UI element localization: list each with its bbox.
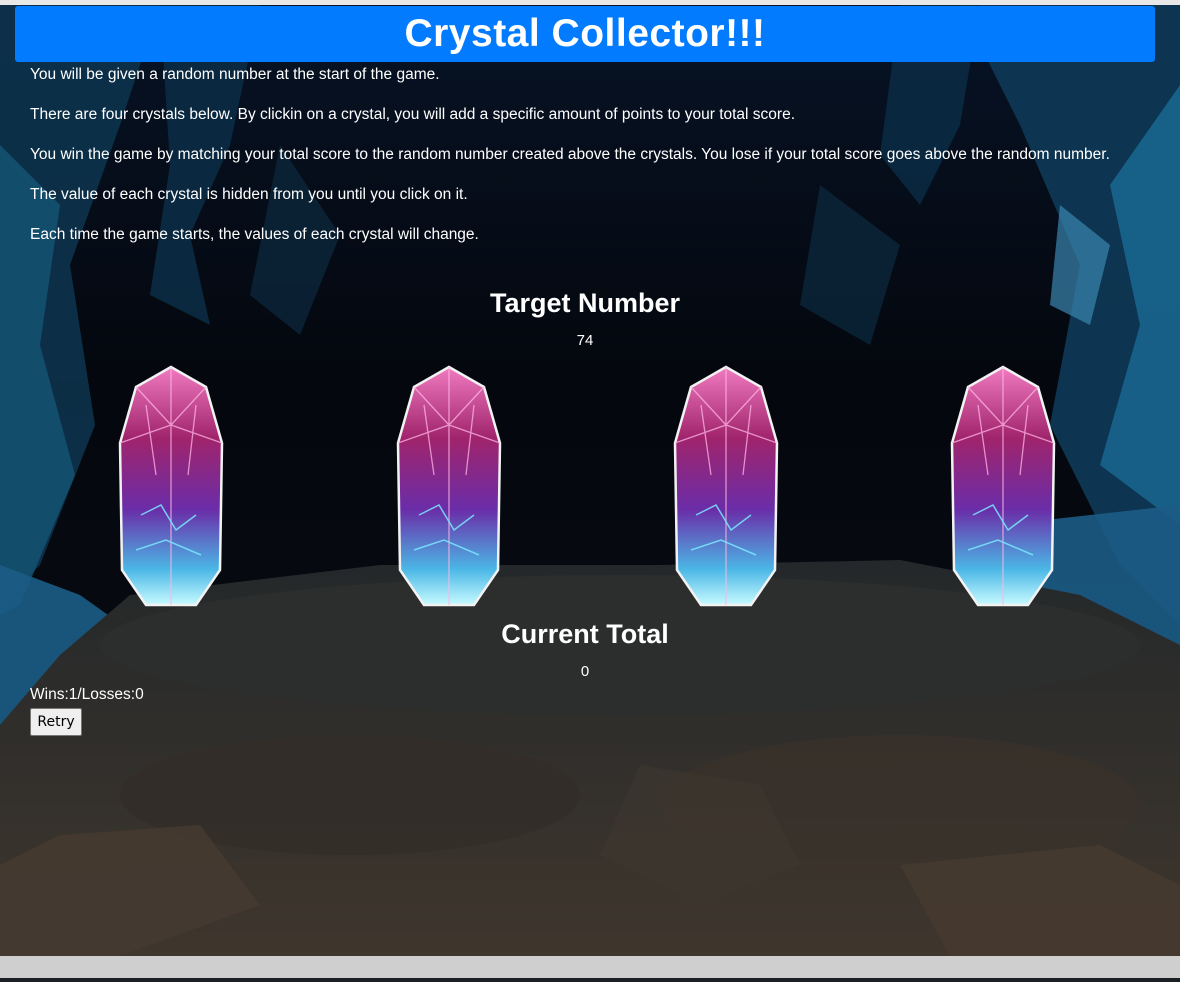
instruction-line: The value of each crystal is hidden from… (30, 186, 468, 203)
current-total-value: 0 (580, 663, 590, 680)
instruction-line: There are four crystals below. By clicki… (30, 106, 796, 123)
crystal-icon (671, 365, 781, 610)
target-number-heading: Target Number (489, 288, 681, 318)
page-title: Crystal Collector!!! (404, 12, 766, 55)
target-number-value: 74 (576, 332, 594, 349)
crystal-button-3[interactable] (671, 365, 781, 610)
crystal-button-1[interactable] (116, 365, 226, 610)
retry-button[interactable]: Retry (30, 708, 82, 736)
instructions: You will be given a random number at the… (30, 63, 1140, 263)
instruction-line: You will be given a random number at the… (30, 66, 440, 83)
instruction-line: You win the game by matching your total … (30, 146, 1110, 163)
current-total-heading: Current Total (501, 619, 669, 649)
title-banner: Crystal Collector!!! (15, 6, 1155, 62)
crystal-icon (116, 365, 226, 610)
horizontal-scrollbar[interactable] (0, 956, 1180, 978)
win-loss-counter: Wins:1/Losses:0 (30, 686, 144, 703)
crystal-button-2[interactable] (394, 365, 504, 610)
game-page: Crystal Collector!!! You will be given a… (0, 5, 1180, 956)
bottom-edge (0, 978, 1180, 982)
instruction-line: Each time the game starts, the values of… (30, 226, 479, 243)
crystal-icon (394, 365, 504, 610)
crystal-button-4[interactable] (948, 365, 1058, 610)
crystal-icon (948, 365, 1058, 610)
